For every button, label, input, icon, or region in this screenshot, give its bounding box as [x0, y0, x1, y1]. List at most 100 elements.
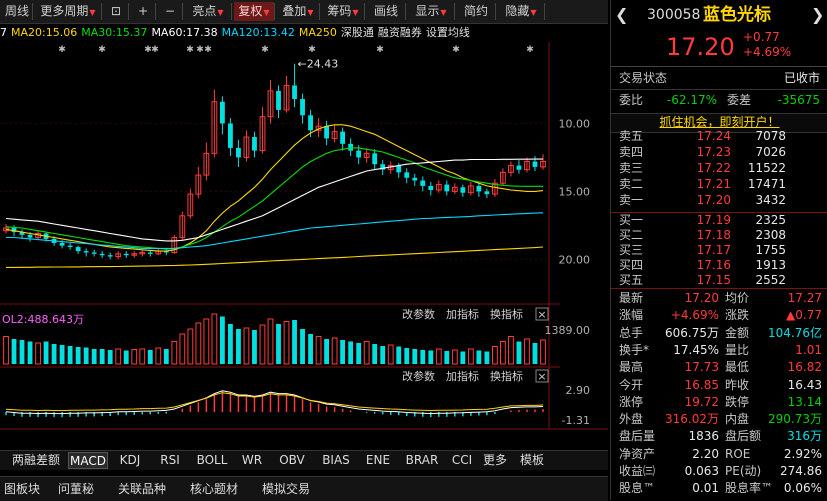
volume-bar — [283, 321, 290, 365]
candle — [484, 191, 490, 195]
pane-btn-volume[interactable]: 加指标 — [446, 307, 479, 321]
close-icon[interactable]: × — [537, 370, 546, 383]
ma-legend-item: MA30:15.37 — [81, 26, 148, 39]
indicator-tab[interactable]: BRAR — [400, 452, 444, 469]
toolbar-btn-label: 更多周期 — [40, 4, 89, 18]
quote-value: 104.76亿 — [768, 325, 822, 340]
indicator-tab[interactable]: OBV — [270, 452, 314, 469]
toolbar-btn-2[interactable]: ⊡ — [104, 2, 128, 21]
ask-price: 17.22 — [696, 161, 731, 175]
volume-bar — [532, 343, 538, 364]
event-marker-icon: ✱ — [98, 45, 106, 55]
quote-row: 涨幅 +4.69% 涨跌 ▲0.77 — [611, 307, 827, 324]
indicator-tab[interactable]: BIAS — [316, 452, 356, 469]
ask-level-label: 卖二 — [619, 177, 644, 191]
toolbar-btn-7[interactable]: 叠加▼ — [277, 2, 319, 21]
indicator-tab[interactable]: KDJ — [110, 452, 150, 469]
dropdown-arrow-icon: ▼ — [217, 8, 224, 17]
bottom-tab[interactable]: 关联品种 — [108, 480, 176, 498]
quote-value: ▲0.77 — [786, 308, 822, 323]
ask-row: 卖三 17.22 11522 — [611, 160, 827, 177]
bid-volume: 2552 — [755, 273, 786, 287]
toolbar-divider — [405, 3, 406, 20]
candle — [220, 101, 225, 124]
volume-bar — [420, 350, 426, 364]
toolbar-divider — [101, 3, 102, 20]
price-axis-label: 10.00 — [559, 117, 591, 130]
indicator-tab[interactable]: RSI — [152, 452, 188, 469]
volume-bar — [147, 350, 153, 364]
toolbar-btn-label: 显示 — [415, 4, 440, 18]
bottom-tab[interactable]: 问董秘 — [48, 480, 104, 498]
toolbar-btn-0[interactable]: 周线 — [2, 2, 32, 21]
toolbar-btn-5[interactable]: 亮点▼ — [185, 2, 231, 21]
toolbar-btn-12[interactable]: 隐藏▼ — [498, 2, 544, 21]
indicator-tab[interactable]: ENE — [358, 452, 398, 469]
volume-bar — [243, 327, 250, 365]
volume-bar — [412, 349, 418, 364]
quote-label: 内盘 — [725, 412, 750, 427]
chevron-right-icon[interactable]: ❯ — [811, 2, 824, 28]
toolbar-divider — [231, 3, 232, 20]
wc-value: -35675 — [777, 93, 820, 107]
bottom-tab[interactable]: 模拟交易 — [252, 480, 320, 498]
ask-row: 卖一 17.20 3432 — [611, 192, 827, 209]
candle — [27, 234, 33, 238]
pane-btn-volume[interactable]: 改参数 — [402, 307, 435, 321]
indicator-tab[interactable]: BOLL — [190, 452, 234, 469]
ask-price: 17.21 — [696, 177, 731, 191]
candle — [67, 245, 73, 248]
candle — [348, 143, 354, 151]
indicator-tab[interactable]: CCI — [446, 452, 478, 469]
indicator-tab[interactable]: 两融差额 — [6, 452, 66, 469]
toolbar-btn-11[interactable]: 简约 — [457, 2, 495, 21]
ma-legend-item: MA20:15.06 — [11, 26, 78, 39]
ma-legend-item[interactable]: 设置均线 — [426, 26, 470, 39]
toolbar-btn-8[interactable]: 筹码▼ — [322, 2, 364, 21]
ma-legend-item[interactable]: 深股通 — [341, 26, 374, 39]
quote-row: 盘后量 1836 盘后额 316万 — [611, 428, 827, 445]
volume-bar — [484, 351, 490, 364]
event-marker-icon: ✱ — [196, 45, 204, 55]
pane-btn-macd[interactable]: 换指标 — [490, 369, 523, 383]
volume-bar — [267, 318, 274, 365]
candle — [123, 253, 129, 256]
indicator-tabs: 两融差额 MACD KDJ RSI BOLL WR OBV BIAS ENE BRAR CCI 更多模… — [0, 450, 608, 470]
toolbar-btn-1[interactable]: 更多周期▼ — [35, 2, 101, 21]
toolbar-btn-9[interactable]: 画线 — [367, 2, 405, 21]
toolbar-btn-3[interactable]: + — [131, 2, 155, 21]
pane-btn-macd[interactable]: 加指标 — [446, 369, 479, 383]
candle — [396, 165, 402, 173]
pane-btn-macd[interactable]: 改参数 — [402, 369, 435, 383]
indicator-tab[interactable]: MACD — [68, 452, 108, 469]
volume-bar — [292, 320, 297, 364]
ma-legend-item[interactable]: 融资融券 — [378, 26, 422, 39]
toolbar-btn-label: 复权 — [238, 4, 263, 18]
high-price-marker: ←24.43 — [298, 58, 339, 71]
volume-bar — [540, 339, 546, 365]
toolbar-btn-4[interactable]: − — [158, 2, 182, 21]
indicator-tab[interactable]: 模板 — [512, 452, 552, 469]
pane-btn-volume[interactable]: 换指标 — [490, 307, 523, 321]
candle — [83, 251, 89, 253]
bottom-tab[interactable]: 图板块 — [0, 480, 44, 498]
chevron-left-icon[interactable]: ❮ — [615, 2, 628, 28]
toolbar-btn-label: − — [164, 4, 176, 18]
indicator-tab[interactable]: WR — [236, 452, 268, 469]
toolbar-btn-10[interactable]: 显示▼ — [408, 2, 454, 21]
quote-value: 19.72 — [684, 394, 719, 409]
macd-dea-line — [5, 392, 544, 412]
bottom-tab[interactable]: 核心题材 — [180, 480, 248, 498]
quote-label: 今开 — [619, 377, 644, 392]
indicator-tab[interactable]: 更多 — [480, 452, 510, 469]
toolbar-divider — [364, 3, 365, 20]
toolbar-btn-6[interactable]: 复权▼ — [234, 2, 274, 21]
toolbar-btn-label: ⊡ — [110, 4, 122, 18]
event-marker-icon: ✱ — [58, 45, 66, 55]
kline-chart[interactable]: 20.0015.0010.00←24.43✱ ✱ ✱ ✱ ✱ ✱ ✱ ✱ ✱ ✱ ✱ ✱OL2:488… — [0, 42, 608, 432]
quote-value: 2.20 — [692, 446, 719, 461]
dropdown-arrow-icon: ▼ — [440, 8, 447, 17]
volume-bar — [500, 341, 506, 365]
close-icon[interactable]: × — [537, 308, 546, 321]
quote-row: 收益㈢ 0.063 PE(动) 274.86 — [611, 463, 827, 480]
